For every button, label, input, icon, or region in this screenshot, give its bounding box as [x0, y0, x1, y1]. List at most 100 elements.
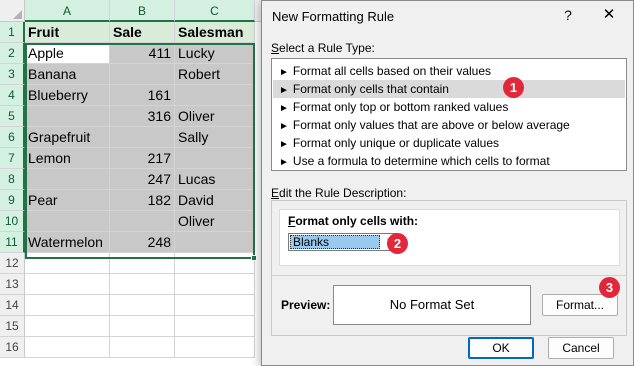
row-header[interactable]: 1 [0, 22, 25, 43]
rule-type-item[interactable]: ► Format only top or bottom ranked values [273, 98, 625, 116]
arrow-right-icon: ► [279, 85, 289, 96]
table-cell-fruit[interactable] [25, 106, 110, 127]
row-header[interactable]: 8 [0, 169, 25, 190]
table-cell-fruit[interactable]: Watermelon [25, 232, 110, 253]
table-cell-sale[interactable] [110, 337, 175, 358]
table-cell-sale[interactable] [110, 316, 175, 337]
close-button[interactable]: ✕ [598, 4, 620, 26]
callout-badge-3: 3 [599, 277, 620, 298]
table-cell-saleman[interactable]: Oliver [175, 106, 255, 127]
rule-type-label: Format only unique or duplicate values [292, 136, 500, 150]
table-cell-fruit[interactable] [25, 211, 110, 232]
row-header[interactable]: 7 [0, 148, 25, 169]
fill-handle[interactable] [251, 255, 257, 261]
table-cell-sale[interactable] [110, 64, 175, 85]
rule-type-label: Format only top or bottom ranked values [292, 100, 509, 114]
table-cell-fruit[interactable] [25, 337, 110, 358]
table-cell-sale[interactable]: 217 [110, 148, 175, 169]
row-header[interactable]: 9 [0, 190, 25, 211]
header-cell-fruit[interactable]: Fruit [25, 22, 110, 43]
arrow-right-icon: ► [279, 103, 289, 114]
table-cell-fruit[interactable]: Apple [25, 43, 110, 64]
edit-rule-description-label: Edit the Rule Description: [271, 186, 406, 200]
row-header[interactable]: 4 [0, 85, 25, 106]
table-cell-sale[interactable]: 248 [110, 232, 175, 253]
row-header[interactable]: 14 [0, 295, 25, 316]
row-header[interactable]: 12 [0, 253, 25, 274]
condition-dropdown[interactable]: Blanks ▽ [288, 233, 398, 251]
row-header[interactable]: 16 [0, 337, 25, 358]
table-cell-sale[interactable] [110, 211, 175, 232]
table-cell-saleman[interactable] [175, 148, 255, 169]
table-cell-fruit[interactable]: Blueberry [25, 85, 110, 106]
table-cell-sale[interactable]: 161 [110, 85, 175, 106]
rule-type-item[interactable]: ► Format only values that are above or be… [273, 116, 625, 134]
table-cell-sale[interactable] [110, 127, 175, 148]
callout-badge-1: 1 [503, 77, 524, 98]
table-cell-saleman[interactable] [175, 85, 255, 106]
table-cell-saleman[interactable] [175, 316, 255, 337]
rule-type-label: Format all cells based on their values [292, 64, 491, 78]
rule-type-label: Use a formula to determine which cells t… [292, 154, 550, 168]
row-header[interactable]: 11 [0, 232, 25, 253]
table-cell-saleman[interactable]: Lucky [175, 43, 255, 64]
row-header[interactable]: 2 [0, 43, 25, 64]
row-header[interactable]: 13 [0, 274, 25, 295]
rule-type-label: Format only cells that contain [292, 82, 449, 96]
table-cell-fruit[interactable] [25, 316, 110, 337]
ok-button[interactable]: OK [468, 337, 534, 359]
table-cell-fruit[interactable] [25, 253, 110, 274]
help-button[interactable]: ? [559, 4, 577, 26]
table-cell-saleman[interactable] [175, 274, 255, 295]
cancel-button[interactable]: Cancel [548, 337, 614, 359]
select-rule-type-label: Select a Rule Type: [271, 41, 375, 55]
table-cell-sale[interactable]: 411 [110, 43, 175, 64]
table-cell-fruit[interactable]: Grapefruit [25, 127, 110, 148]
rule-type-list[interactable]: ► Format all cells based on their values ►… [271, 58, 627, 171]
table-cell-saleman[interactable] [175, 253, 255, 274]
table-cell-sale[interactable] [110, 274, 175, 295]
row-header[interactable]: 3 [0, 64, 25, 85]
table-cell-sale[interactable]: 182 [110, 190, 175, 211]
table-cell-sale[interactable]: 316 [110, 106, 175, 127]
edit-rule-text: dit the Rule Description: [279, 186, 407, 200]
table-cell-saleman[interactable] [175, 295, 255, 316]
header-cell-sale[interactable]: Sale [110, 22, 175, 43]
rule-type-item[interactable]: ► Format all cells based on their values [273, 62, 625, 80]
rule-type-item[interactable]: ► Format only cells that contain [273, 80, 625, 98]
rule-type-item[interactable]: ► Format only unique or duplicate values [273, 134, 625, 152]
table-cell-sale[interactable] [110, 253, 175, 274]
edit-rule-accesskey: E [271, 186, 280, 200]
table-cell-sale[interactable] [110, 295, 175, 316]
table-cell-saleman[interactable]: David [175, 190, 255, 211]
preview-label: Preview: [281, 298, 331, 312]
row-header[interactable]: 5 [0, 106, 25, 127]
table-cell-fruit[interactable]: Lemon [25, 148, 110, 169]
table-cell-fruit[interactable] [25, 169, 110, 190]
table-cell-fruit[interactable]: Banana [25, 64, 110, 85]
row-header[interactable]: 15 [0, 316, 25, 337]
condition-selected-value: Blanks [290, 235, 380, 249]
table-cell-sale[interactable]: 247 [110, 169, 175, 190]
table-cell-fruit[interactable]: Pear [25, 190, 110, 211]
table-cell-saleman[interactable]: Robert [175, 64, 255, 85]
table-cell-fruit[interactable] [25, 274, 110, 295]
header-cell-saleman[interactable]: Salesman [175, 22, 255, 43]
column-header-b[interactable]: B [110, 0, 175, 22]
table-cell-fruit[interactable] [25, 295, 110, 316]
arrow-right-icon: ► [279, 67, 289, 78]
table-cell-saleman[interactable]: Lucas [175, 169, 255, 190]
table-cell-saleman[interactable]: Oliver [175, 211, 255, 232]
table-cell-saleman[interactable] [175, 337, 255, 358]
select-all-corner[interactable] [0, 0, 25, 22]
rule-type-label: Format only values that are above or bel… [292, 118, 570, 132]
arrow-right-icon: ► [279, 139, 289, 150]
rule-type-item[interactable]: ► Use a formula to determine which cells … [273, 152, 625, 170]
row-header[interactable]: 10 [0, 211, 25, 232]
column-header-a[interactable]: A [25, 0, 110, 22]
row-header[interactable]: 6 [0, 127, 25, 148]
column-header-c[interactable]: C [175, 0, 255, 22]
table-cell-saleman[interactable] [175, 232, 255, 253]
table-cell-saleman[interactable]: Sally [175, 127, 255, 148]
select-rule-type-accesskey: S [271, 41, 280, 55]
